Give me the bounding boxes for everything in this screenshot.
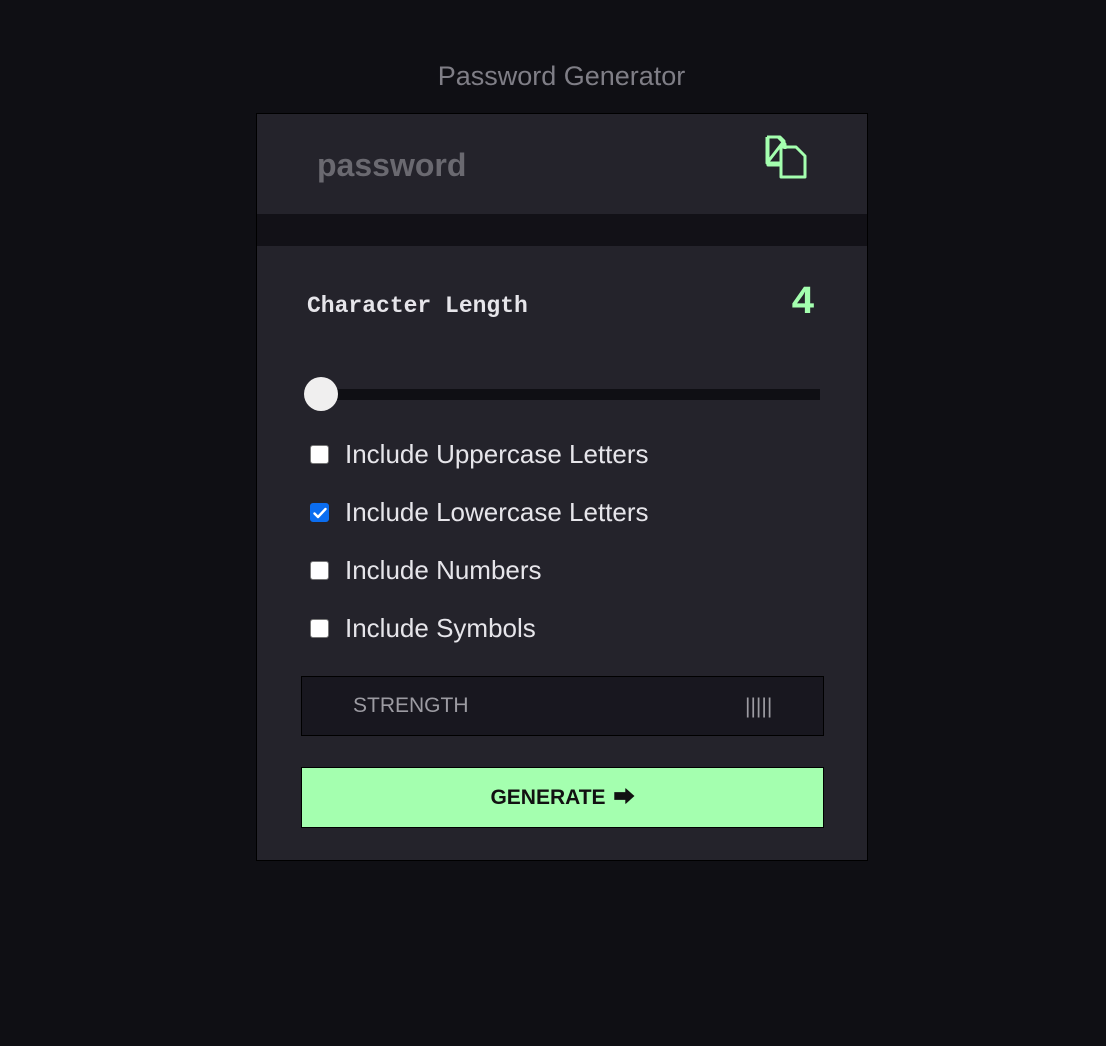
uppercase-checkbox[interactable] bbox=[310, 444, 329, 464]
option-lowercase[interactable]: Include Lowercase Letters bbox=[310, 497, 649, 527]
generate-label: GENERATE bbox=[490, 785, 606, 809]
length-slider-thumb[interactable] bbox=[304, 377, 338, 411]
character-length-value: 4 bbox=[790, 281, 815, 326]
length-slider-track[interactable] bbox=[307, 389, 820, 400]
app-title: Password Generator bbox=[437, 61, 686, 91]
symbols-label: Include Symbols bbox=[345, 613, 536, 643]
arrow-right-icon: ⮕ bbox=[613, 785, 635, 809]
option-numbers[interactable]: Include Numbers bbox=[310, 555, 542, 585]
copy-icon bbox=[765, 135, 807, 179]
password-display: password bbox=[257, 114, 867, 214]
symbols-checkbox[interactable] bbox=[310, 618, 329, 638]
generator-card: password Character Length 4 Include Uppe… bbox=[256, 113, 868, 861]
lowercase-checkbox[interactable] bbox=[310, 502, 329, 522]
strength-panel: STRENGTH ||||| bbox=[301, 676, 824, 736]
character-length-label: Character Length bbox=[307, 293, 528, 319]
divider-band bbox=[257, 214, 867, 246]
strength-meter: ||||| bbox=[745, 695, 773, 718]
option-symbols[interactable]: Include Symbols bbox=[310, 613, 536, 643]
numbers-checkbox[interactable] bbox=[310, 560, 329, 580]
lowercase-label: Include Lowercase Letters bbox=[345, 497, 649, 527]
uppercase-label: Include Uppercase Letters bbox=[345, 439, 649, 469]
option-uppercase[interactable]: Include Uppercase Letters bbox=[310, 439, 649, 469]
password-output: password bbox=[317, 147, 467, 183]
numbers-label: Include Numbers bbox=[345, 555, 542, 585]
checkmark-icon bbox=[313, 507, 327, 518]
strength-label: STRENGTH bbox=[353, 694, 469, 717]
copy-button[interactable] bbox=[762, 133, 812, 181]
generate-button[interactable]: GENERATE ⮕ bbox=[301, 767, 824, 828]
